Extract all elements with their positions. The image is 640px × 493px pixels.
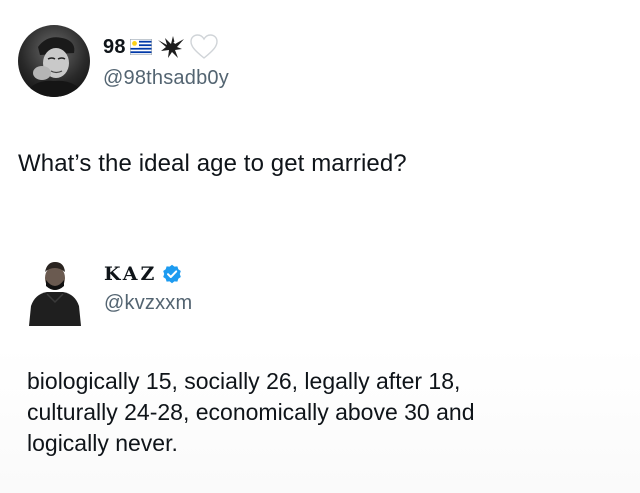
eagle-icon — [156, 34, 186, 60]
screenshot: 98 @98thsadb0y What’s the ideal age to g… — [0, 0, 640, 493]
user-handle[interactable]: @kvzxxm — [104, 292, 192, 315]
post-text: biologically 15, socially 26, legally af… — [27, 366, 607, 459]
avatar-photo — [18, 25, 90, 97]
verified-badge-icon — [162, 264, 182, 284]
avatar[interactable] — [25, 256, 85, 326]
white-heart-icon — [189, 34, 218, 60]
avatar[interactable] — [18, 25, 90, 97]
display-name[interactable]: KAZ — [104, 263, 157, 285]
uruguay-flag-icon — [129, 39, 152, 55]
avatar-photo — [25, 256, 85, 326]
display-name[interactable]: 98 — [103, 36, 126, 59]
display-name-row: 98 — [103, 34, 218, 60]
post-text-line: logically never. — [27, 430, 178, 456]
post-text-line: culturally 24-28, economically above 30 … — [27, 399, 475, 425]
post-text-line: biologically 15, socially 26, legally af… — [27, 368, 461, 394]
post-text: What’s the ideal age to get married? — [18, 150, 407, 177]
user-handle[interactable]: @98thsadb0y — [103, 67, 229, 90]
display-name-row: KAZ — [104, 262, 182, 286]
